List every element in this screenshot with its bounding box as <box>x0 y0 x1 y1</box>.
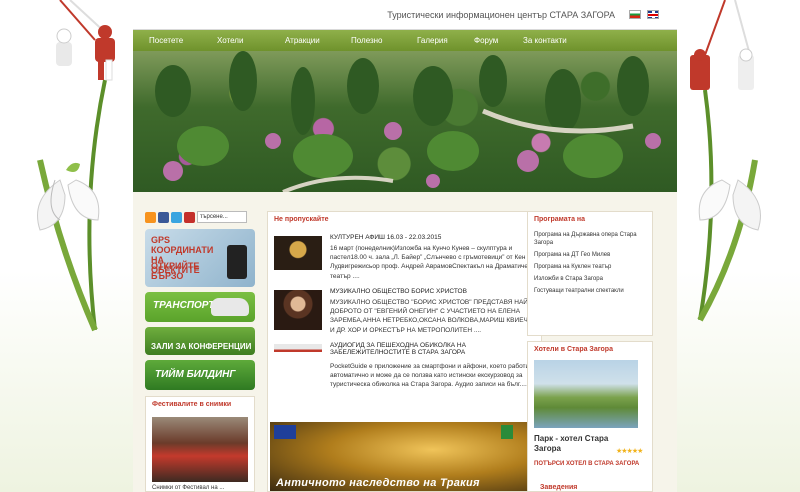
news-title[interactable]: КУЛТУРЕН АФИШ 16.03 - 22.03.2015 <box>330 234 540 241</box>
news-title[interactable]: АУДИОГИД ЗА ПЕШЕХОДНА ОБИКОЛКА НА ЗАБЕЛЕ… <box>330 342 540 356</box>
news-thumbnail[interactable] <box>274 344 322 362</box>
transport-banner-label: ТРАНСПОРТ <box>153 300 215 311</box>
program-link[interactable]: Изложби в Стара Загора <box>534 275 646 283</box>
conference-halls-banner[interactable]: ЗАЛИ ЗА КОНФЕРЕНЦИИ <box>145 327 255 355</box>
decoration-left <box>0 0 130 492</box>
news-thumbnail[interactable] <box>274 290 322 330</box>
top-bar: Туристически информационен център СТАРА … <box>133 0 677 30</box>
festival-photo[interactable] <box>152 417 248 482</box>
content-area: търсене... GPS КООРДИНАТИ НА ОБЕКТИТЕ ОТ… <box>133 192 677 492</box>
team-building-banner[interactable]: ТИЙМ БИЛДИНГ <box>145 360 255 390</box>
programs-title: Програмата на <box>534 216 586 223</box>
news-thumbnail[interactable] <box>274 236 322 270</box>
news-text: PocketGuide е приложение за смартфони и … <box>330 363 530 389</box>
flag-bg-icon[interactable] <box>629 10 641 19</box>
park-aerial-photo <box>155 51 661 192</box>
program-logo-icon <box>501 425 513 439</box>
hotels-box: Хотели в Стара Загора Парк - хотел Стара… <box>527 341 653 492</box>
nav-item-visit[interactable]: Посетете <box>149 36 217 45</box>
restaurants-heading[interactable]: Заведения <box>540 484 577 491</box>
thracian-heritage-banner[interactable]: Античното наследство на Тракия <box>270 422 541 491</box>
twitter-icon[interactable] <box>171 211 182 223</box>
nav-item-forum[interactable]: Форум <box>474 36 523 45</box>
transport-banner[interactable]: ТРАНСПОРТ <box>145 292 255 322</box>
youtube-icon[interactable] <box>184 211 195 223</box>
team-building-label: ТИЙМ БИЛДИНГ <box>155 369 236 380</box>
social-bar: търсене... <box>145 210 255 224</box>
hotel-stars-icon: ★★★★★ <box>616 448 643 455</box>
facebook-icon[interactable] <box>158 211 169 223</box>
programs-box: Програмата на Програма на Държавна опера… <box>527 211 653 336</box>
program-link[interactable]: Гостуващи театрални спектакли <box>534 287 646 295</box>
left-column: търсене... GPS КООРДИНАТИ НА ОБЕКТИТЕ ОТ… <box>145 210 255 390</box>
nav-item-hotels[interactable]: Хотели <box>217 36 285 45</box>
festivals-title[interactable]: Фестивалите в снимки <box>146 397 254 412</box>
gps-banner-subtitle: ОТКРИЙТЕ БЪРЗО <box>151 261 200 281</box>
nav-item-attractions[interactable]: Атракции <box>285 36 351 45</box>
martenitsa-snowdrop-left-icon <box>37 0 115 332</box>
car-icon <box>211 298 249 316</box>
decoration-right <box>670 0 800 492</box>
nav-item-useful[interactable]: Полезно <box>351 36 417 45</box>
rss-icon[interactable] <box>145 211 156 223</box>
phone-icon <box>227 245 247 279</box>
news-section-title: Не пропускайте <box>274 216 329 223</box>
conference-banner-label: ЗАЛИ ЗА КОНФЕРЕНЦИИ <box>151 342 252 351</box>
program-link[interactable]: Програма на ДТ Гео Милев <box>534 251 646 259</box>
header-banner-image <box>133 51 677 192</box>
search-input[interactable]: търсене... <box>197 211 247 223</box>
main-nav: Посетете Хотели Атракции Полезно Галерия… <box>133 30 677 51</box>
program-link[interactable]: Програма на Държавна опера Стара Загора <box>534 231 646 247</box>
martenitsa-snowdrop-right-icon <box>690 0 761 322</box>
eu-flag-icon <box>274 425 296 439</box>
hotel-search-link[interactable]: ПОТЪРСИ ХОТЕЛ В СТАРА ЗАГОРА <box>534 460 644 468</box>
hotel-name[interactable]: Парк - хотел Стара Загора <box>534 434 614 454</box>
page-container: Туристически информационен център СТАРА … <box>133 0 677 492</box>
festivals-box: Фестивалите в снимки Снимки от Фестивал … <box>145 396 255 492</box>
news-column: Не пропускайте КУЛТУРЕН АФИШ 16.03 - 22.… <box>267 211 542 492</box>
news-text: 16 март (понеделник)Изложба на Кунчо Кун… <box>330 245 532 280</box>
site-title: Туристически информационен център СТАРА … <box>387 10 615 20</box>
program-link[interactable]: Програма на Куклен театър <box>534 263 646 271</box>
news-title[interactable]: МУЗИКАЛНО ОБЩЕСТВО БОРИС ХРИСТОВ <box>330 288 540 295</box>
hotel-photo[interactable] <box>534 360 638 428</box>
festival-caption[interactable]: Снимки от Фестивал на ... <box>152 485 224 491</box>
gps-coordinates-banner[interactable]: GPS КООРДИНАТИ НА ОБЕКТИТЕ ОТКРИЙТЕ БЪРЗ… <box>145 229 255 287</box>
flag-en-icon[interactable] <box>647 10 659 19</box>
nav-item-gallery[interactable]: Галерия <box>417 36 474 45</box>
news-item: АУДИОГИД ЗА ПЕШЕХОДНА ОБИКОЛКА НА ЗАБЕЛЕ… <box>274 342 539 404</box>
news-item: МУЗИКАЛНО ОБЩЕСТВО БОРИС ХРИСТОВ МУЗИКАЛ… <box>274 288 542 344</box>
hotels-title[interactable]: Хотели в Стара Загора <box>528 342 652 357</box>
banner-title: Античното наследство на Тракия <box>276 477 480 489</box>
news-text: МУЗИКАЛНО ОБЩЕСТВО "БОРИС ХРИСТОВ" ПРЕДС… <box>330 299 542 334</box>
news-item: КУЛТУРЕН АФИШ 16.03 - 22.03.2015 16 март… <box>274 234 539 284</box>
programs-list: Програма на Държавна опера Стара Загора … <box>528 227 652 303</box>
nav-item-contacts[interactable]: За контакти <box>523 36 567 45</box>
